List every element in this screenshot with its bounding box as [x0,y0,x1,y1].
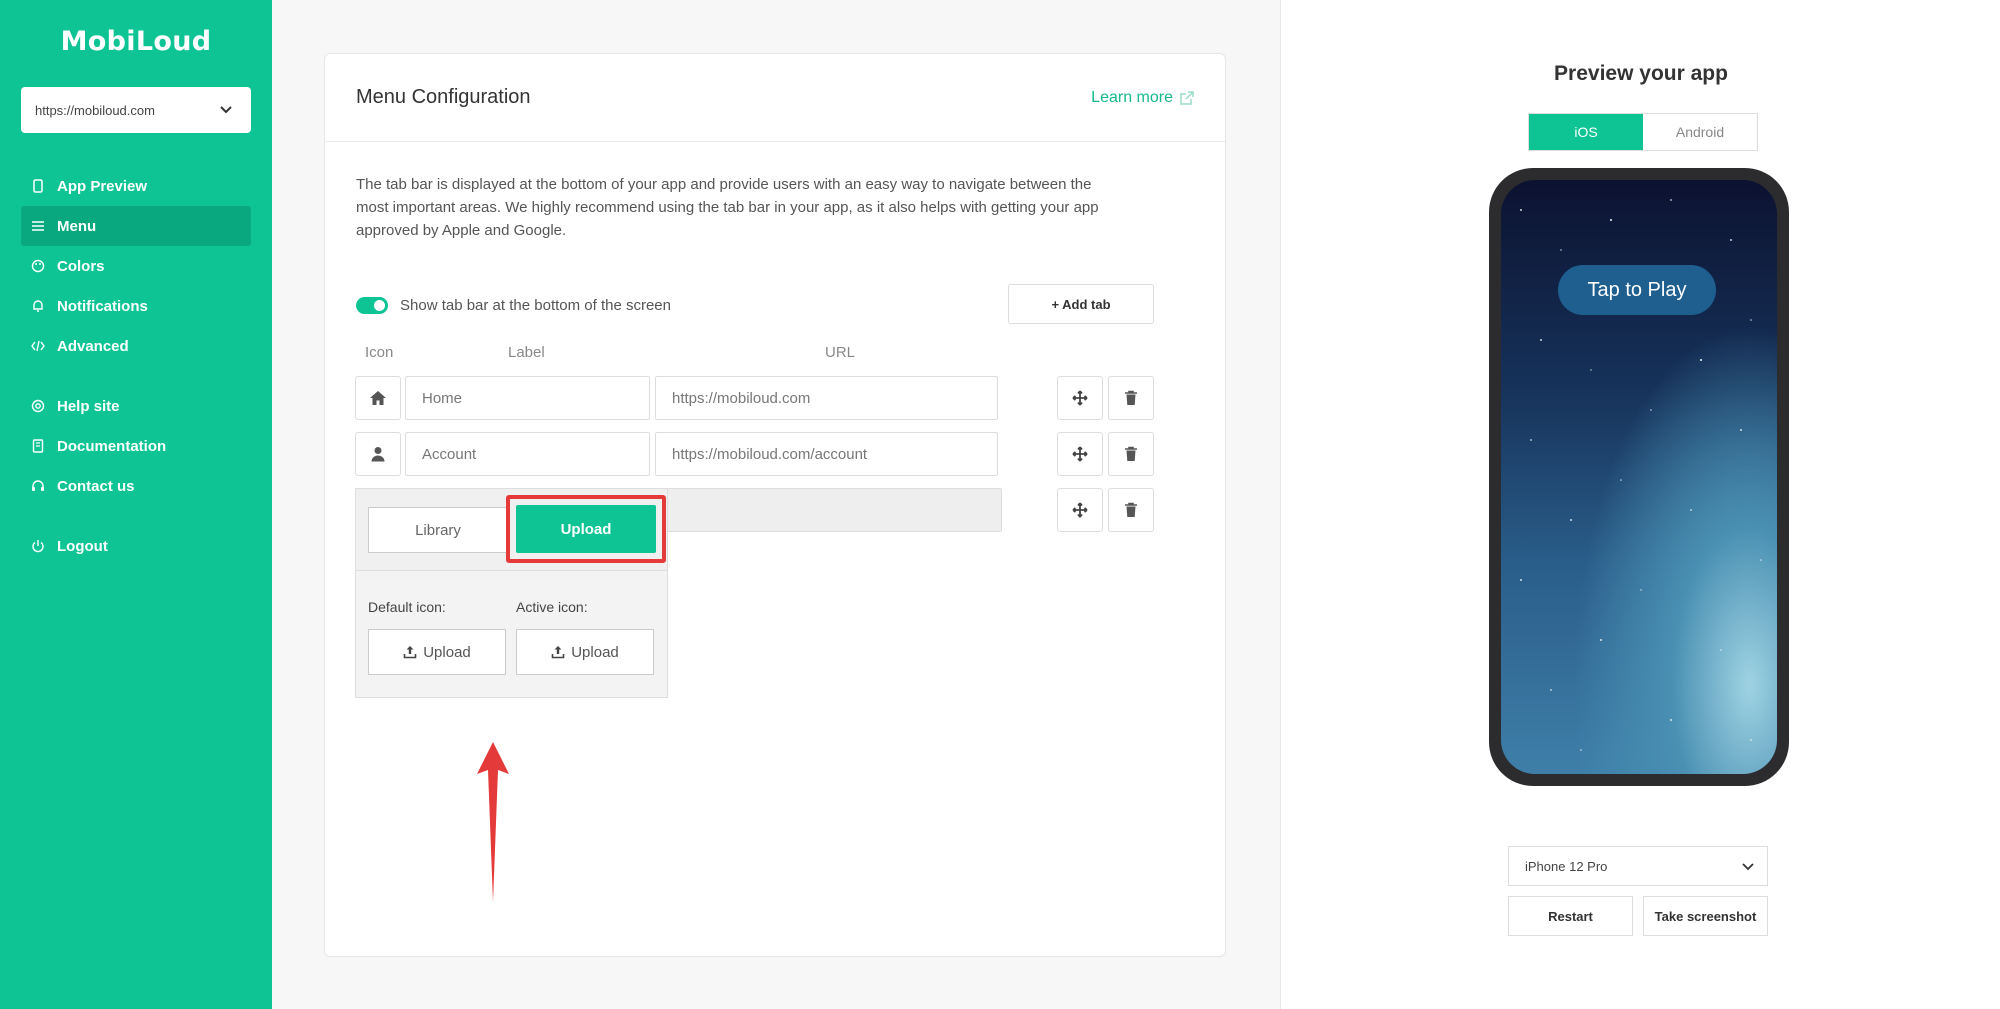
sidebar-item-app-preview[interactable]: App Preview [21,166,251,206]
active-icon-label: Active icon: [516,599,588,615]
card-header: Menu Configuration Learn more [325,54,1225,142]
add-tab-button[interactable]: + Add tab [1008,284,1154,324]
sidebar-item-label: Notifications [57,297,148,315]
delete-tab-button[interactable] [1108,376,1154,420]
platform-switch: iOS Android [1528,113,1758,151]
take-screenshot-button[interactable]: Take screenshot [1643,896,1768,936]
library-tab[interactable]: Library [368,507,508,553]
column-header-label: Label [508,344,545,361]
upload-label: Upload [571,643,619,661]
upload-icon [551,646,565,659]
preview-panel: Preview your app iOS Android Tap to Play… [1280,0,2000,1009]
bell-icon [31,299,45,313]
sidebar-item-label: Logout [57,537,108,555]
menu-icon [31,219,45,233]
external-link-icon [1180,91,1194,105]
sidebar-item-advanced[interactable]: Advanced [21,326,251,366]
platform-android-tab[interactable]: Android [1643,114,1757,150]
upload-label: Upload [423,643,471,661]
drag-handle[interactable] [1057,488,1103,532]
tab-bar-toggle-row: Show tab bar at the bottom of the screen [356,297,671,314]
sidebar-item-contact-us[interactable]: Contact us [21,466,251,506]
drag-handle[interactable] [1057,432,1103,476]
platform-ios-tab[interactable]: iOS [1529,114,1643,150]
sidebar-item-label: Colors [57,257,105,275]
toggle-label: Show tab bar at the bottom of the screen [400,297,671,314]
sidebar-nav: App Preview Menu Colors Notifications Ad… [21,166,251,566]
tap-to-play-button[interactable]: Tap to Play [1558,265,1716,315]
device-select-value: iPhone 12 Pro [1525,858,1608,874]
icon-source-tabs: Library Upload [356,489,667,571]
chevron-down-icon [1742,863,1754,871]
palette-icon [31,259,45,273]
sidebar-item-label: Contact us [57,477,135,495]
delete-tab-button[interactable] [1108,488,1154,532]
column-header-icon: Icon [365,344,394,361]
tab-url-input[interactable]: https://mobiloud.com [655,376,998,420]
trash-icon [1125,502,1137,517]
default-icon-label: Default icon: [368,599,446,615]
sidebar-item-label: Documentation [57,437,167,455]
sidebar-item-help-site[interactable]: Help site [21,386,251,426]
restart-button[interactable]: Restart [1508,896,1633,936]
site-select[interactable]: https://mobiloud.com [21,87,251,133]
menu-config-card: Menu Configuration Learn more The tab ba… [324,53,1226,957]
sidebar-item-notifications[interactable]: Notifications [21,286,251,326]
page-title: Menu Configuration [356,86,531,108]
tab-label-input[interactable]: Home [405,376,650,420]
power-icon [31,539,45,553]
tab-icon-picker[interactable] [355,432,401,476]
code-icon [31,339,45,353]
upload-active-icon-button[interactable]: Upload [516,629,654,675]
phone-screen: Tap to Play [1501,180,1777,774]
user-icon [371,447,385,462]
trash-icon [1125,446,1137,461]
sidebar-item-documentation[interactable]: Documentation [21,426,251,466]
sidebar: MobiLoud https://mobiloud.com App Previe… [0,0,272,1009]
chevron-down-icon [220,106,232,114]
description: The tab bar is displayed at the bottom o… [356,176,1099,239]
tab-icon-picker[interactable] [355,376,401,420]
phone-frame: Tap to Play [1489,168,1789,786]
move-icon [1072,502,1088,518]
home-icon [370,391,386,405]
tab-label-input[interactable]: Account [405,432,650,476]
tab-bar-toggle[interactable] [356,297,388,314]
sidebar-item-logout[interactable]: Logout [21,526,251,566]
device-select[interactable]: iPhone 12 Pro [1508,846,1768,886]
upload-default-icon-button[interactable]: Upload [368,629,506,675]
main-content: Menu Configuration Learn more The tab ba… [272,0,1280,1009]
move-icon [1072,446,1088,462]
delete-tab-button[interactable] [1108,432,1154,476]
sidebar-item-label: App Preview [57,177,148,195]
learn-more-link[interactable]: Learn more [1091,89,1195,107]
tab-url-input[interactable]: https://mobiloud.com/account [655,432,998,476]
column-header-url: URL [825,344,856,361]
upload-icon [403,646,417,659]
highlight-box [506,495,666,563]
phone-icon [31,179,45,193]
lifebuoy-icon [31,399,45,413]
sidebar-item-label: Advanced [57,337,129,355]
sidebar-item-colors[interactable]: Colors [21,246,251,286]
sidebar-item-label: Menu [57,217,97,235]
move-icon [1072,390,1088,406]
logo: MobiLoud [60,26,212,57]
icon-picker-popup: Library Upload Default icon: Active icon… [355,488,668,698]
preview-title: Preview your app [1554,62,1728,85]
book-icon [31,439,45,453]
headset-icon [31,479,45,493]
drag-handle[interactable] [1057,376,1103,420]
site-select-value: https://mobiloud.com [35,102,155,118]
sidebar-item-menu[interactable]: Menu [21,206,251,246]
learn-more-label: Learn more [1091,89,1173,106]
annotation-arrow-icon [477,742,509,902]
trash-icon [1125,390,1137,405]
sidebar-item-label: Help site [57,397,120,415]
